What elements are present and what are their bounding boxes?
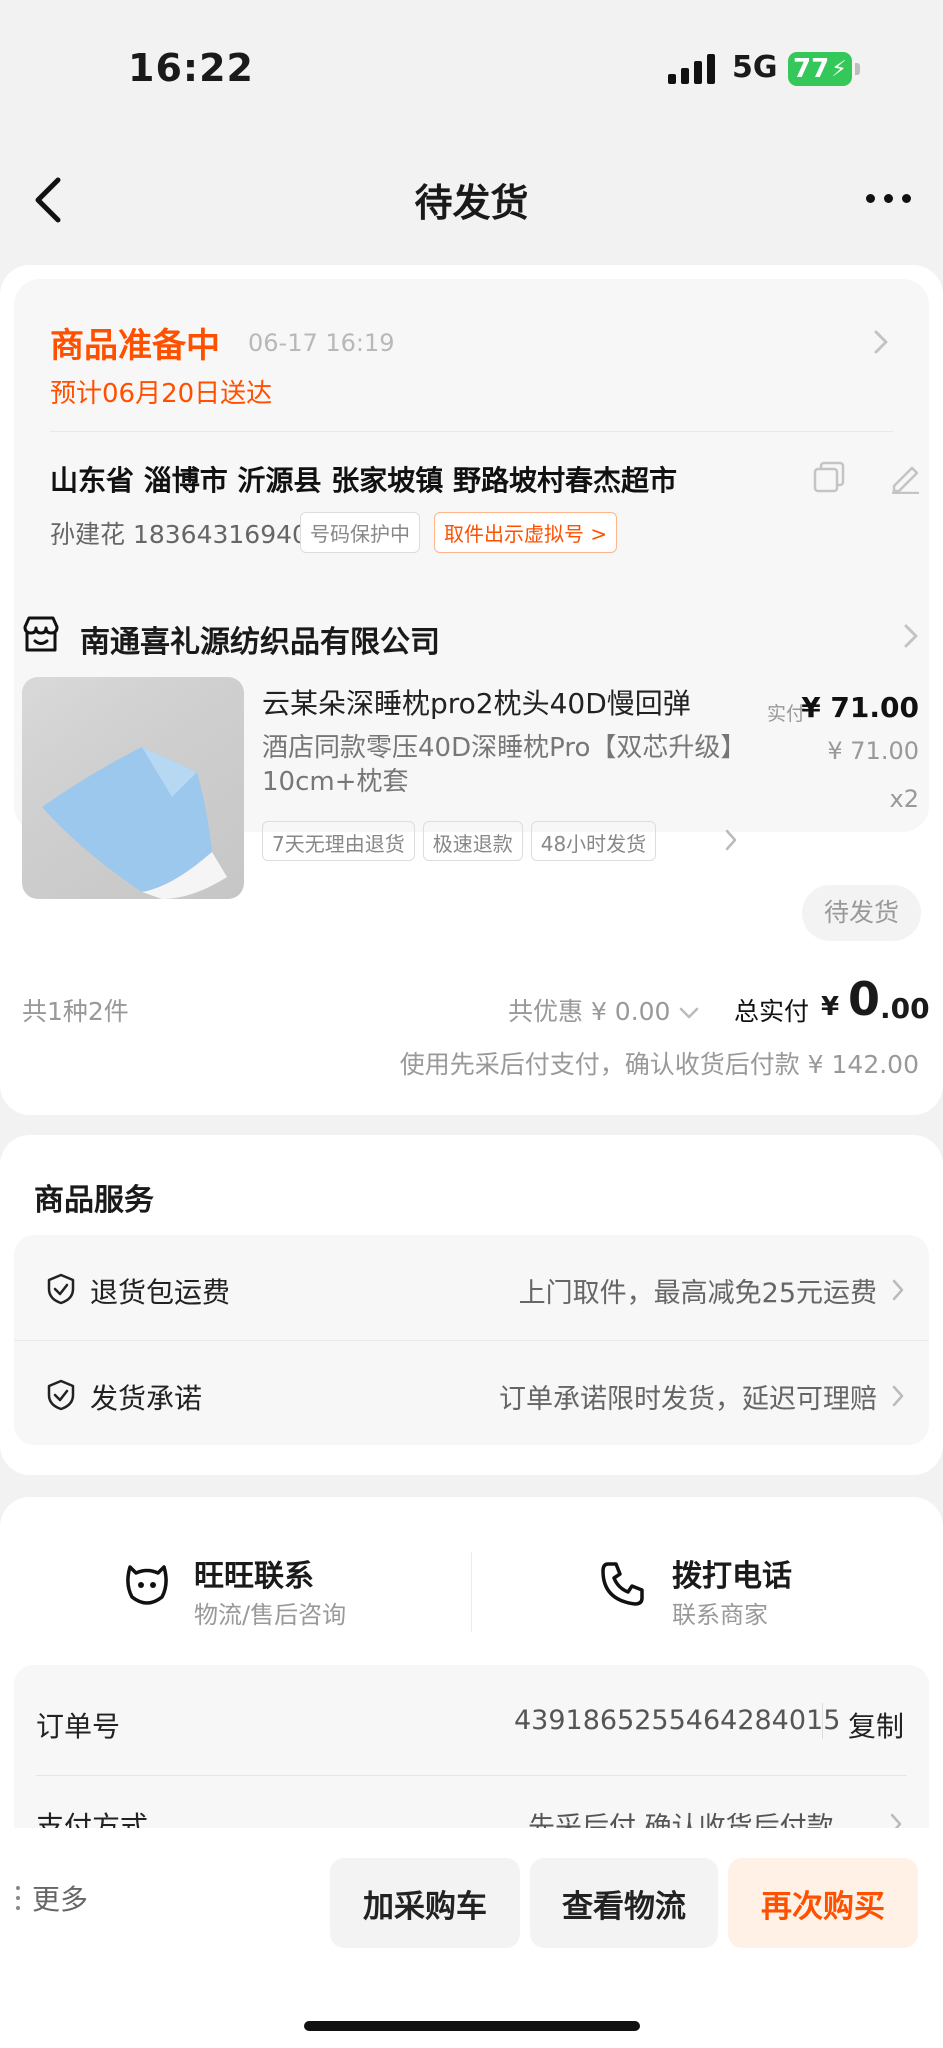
service-item-return-shipping[interactable]: 退货包运费 上门取件，最高减免25元运费 <box>14 1235 929 1340</box>
status-badge: 待发货 <box>801 885 921 941</box>
call-merchant-button[interactable]: 拨打电话 联系商家 <box>598 1547 918 1637</box>
status-time: 06-17 16:19 <box>248 329 395 357</box>
copy-order-button[interactable]: 复制 <box>848 1705 904 1745</box>
unit-price: ¥ 71.00 <box>827 737 919 765</box>
edit-icon[interactable] <box>888 460 922 494</box>
store-row[interactable]: 南通喜礼源纺织品有限公司 <box>0 605 943 665</box>
call-subtitle: 联系商家 <box>672 1601 768 1629</box>
service-tag: 48小时发货 <box>530 821 657 861</box>
store-name: 南通喜礼源纺织品有限公司 <box>80 625 440 660</box>
shield-check-icon <box>47 1379 75 1411</box>
product-image[interactable] <box>22 677 244 899</box>
wangwang-chat-icon <box>126 1565 168 1605</box>
phone-icon <box>601 1562 644 1606</box>
battery-icon: 77 ⚡ <box>788 52 860 86</box>
more-button[interactable]: 更多 <box>16 1878 88 1918</box>
service-item-shipping-promise[interactable]: 发货承诺 订单承诺限时发货，延迟可理赔 <box>14 1340 929 1445</box>
paid-amount: ¥ 71.00 <box>801 691 919 724</box>
service-desc: 订单承诺限时发货，延迟可理赔 <box>499 1384 877 1415</box>
chevron-right-icon <box>874 330 888 354</box>
add-to-cart-button[interactable]: 加采购车 <box>330 1858 520 1948</box>
delivery-eta: 预计06月20日送达 <box>50 379 273 409</box>
currency-symbol: ¥ <box>821 992 840 1022</box>
virtual-number-button[interactable]: 取件出示虚拟号 > <box>434 512 618 553</box>
service-label: 退货包运费 <box>90 1276 231 1309</box>
chevron-right-icon <box>892 1279 904 1301</box>
store-icon <box>23 616 59 652</box>
services-panel: 退货包运费 上门取件，最高减免25元运费 发货承诺 订单承诺限时发货，延迟可理赔 <box>14 1235 929 1445</box>
order-card: 商品准备中 06-17 16:19 预计06月20日送达 山东省 淄博市 沂源县… <box>0 265 943 1115</box>
section-title: 商品服务 <box>34 1183 154 1218</box>
payment-note: 使用先采后付支付，确认收货后付款 ¥ 142.00 <box>399 1050 919 1079</box>
nav-bar: 待发货 <box>0 140 943 260</box>
wangwang-contact-button[interactable]: 旺旺联系 物流/售后咨询 <box>122 1547 462 1637</box>
chevron-right-icon <box>892 1385 904 1407</box>
number-protection-tag: 号码保护中 <box>300 512 420 553</box>
cellular-signal-icon <box>668 54 715 84</box>
paid-label: 实付 <box>767 703 806 725</box>
item-count: 共1种2件 <box>22 997 129 1026</box>
total-amount-decimal: .00 <box>880 992 930 1025</box>
bottom-action-bar: 更多 加采购车 查看物流 再次购买 <box>0 1828 943 2048</box>
wangwang-subtitle: 物流/售后咨询 <box>194 1601 347 1629</box>
service-label: 发货承诺 <box>90 1382 203 1415</box>
product-name[interactable]: 云某朵深睡枕pro2枕头40D慢回弹 <box>262 685 747 723</box>
chevron-right-icon[interactable] <box>722 827 740 853</box>
copy-icon[interactable] <box>812 460 846 494</box>
total-label: 总实付 <box>734 997 810 1026</box>
more-options-button[interactable] <box>853 168 923 228</box>
order-number: 4391865255464284015 <box>514 1705 841 1736</box>
home-indicator[interactable] <box>304 2021 640 2031</box>
total-amount: 0 <box>848 972 881 1026</box>
shield-check-icon <box>47 1273 75 1305</box>
service-desc: 上门取件，最高减免25元运费 <box>518 1278 877 1309</box>
service-tags: 7天无理由退货 极速退款 48小时发货 <box>262 821 732 861</box>
services-card: 商品服务 退货包运费 上门取件，最高减免25元运费 发货承诺 订单承诺限时发货，… <box>0 1135 943 1475</box>
status-bar: 16:22 5G 77 ⚡ <box>0 0 943 140</box>
discount-text: 共优惠 ¥ 0.00 <box>508 997 671 1026</box>
charging-bolt-icon: ⚡ <box>831 56 847 82</box>
chevron-down-icon <box>680 1007 699 1019</box>
wangwang-title: 旺旺联系 <box>194 1559 314 1594</box>
product-variant: 酒店同款零压40D深睡枕Pro【双芯升级】10cm+枕套 <box>262 733 734 797</box>
page-title: 待发货 <box>414 181 529 225</box>
quantity: x2 <box>889 785 919 813</box>
service-tag: 7天无理由退货 <box>262 821 415 861</box>
discount-toggle[interactable]: 共优惠 ¥ 0.00 <box>508 992 700 1028</box>
service-tag: 极速退款 <box>422 821 523 861</box>
chevron-right-icon <box>904 624 918 648</box>
order-number-label: 订单号 <box>36 1710 121 1743</box>
recipient-contact: 孙建花 18364316940 <box>50 520 308 549</box>
shipping-address: 山东省 淄博市 沂源县 张家坡镇 野路坡村春杰超市 <box>50 464 677 497</box>
view-logistics-button[interactable]: 查看物流 <box>530 1858 718 1948</box>
call-title: 拨打电话 <box>672 1559 792 1594</box>
more-vertical-icon <box>16 1886 20 1910</box>
status-title: 商品准备中 <box>50 326 220 366</box>
more-label: 更多 <box>32 1883 89 1916</box>
network-type: 5G <box>732 50 778 85</box>
clock: 16:22 <box>128 46 254 90</box>
buy-again-button[interactable]: 再次购买 <box>728 1858 918 1948</box>
battery-level: 77 <box>793 54 830 84</box>
